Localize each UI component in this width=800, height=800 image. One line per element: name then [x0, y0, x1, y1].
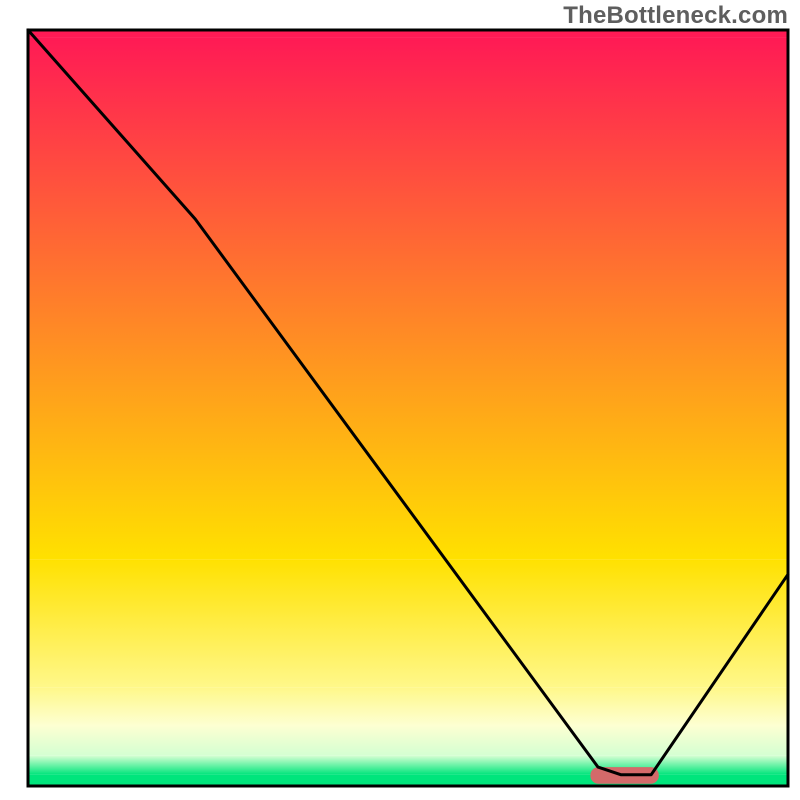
plot-area: [28, 30, 788, 786]
chart-svg: [0, 0, 800, 800]
band-lemon-pale: [28, 688, 788, 726]
chart-container: TheBottleneck.com: [0, 0, 800, 800]
band-mint-green: [28, 756, 788, 775]
watermark-text: TheBottleneck.com: [563, 2, 788, 30]
band-red-yellow: [28, 38, 788, 560]
band-yellow-lemon: [28, 559, 788, 688]
band-bottom-green: [28, 775, 788, 786]
